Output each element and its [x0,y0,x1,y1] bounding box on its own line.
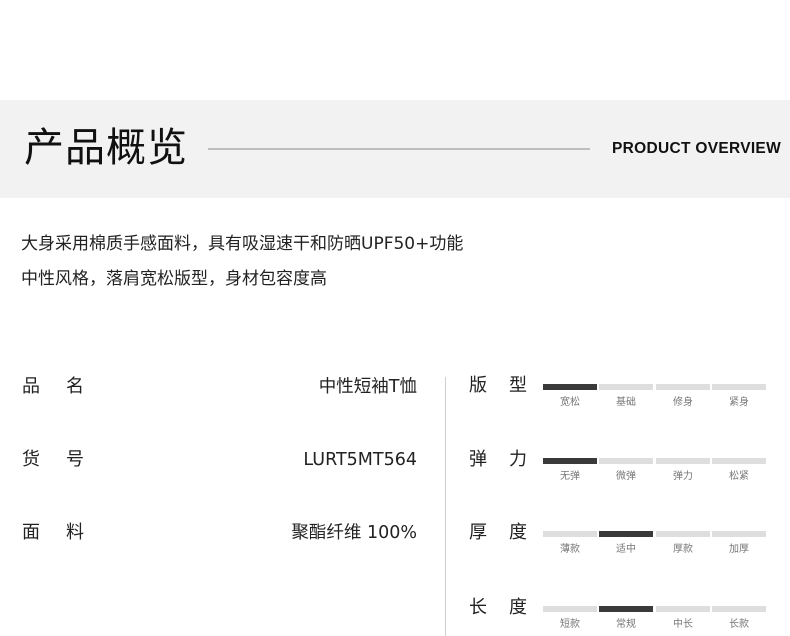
scale-option-length-3: 中长 [673,619,693,630]
scale-option-thickness-2: 适中 [616,544,636,555]
scale-option-length-4: 长款 [729,619,749,630]
scale-segment-length-1 [543,606,597,612]
spec-label-name: 品名 [22,376,110,397]
scale-segment-thickness-2 [599,531,653,537]
scale-segment-stretch-2 [599,458,653,464]
scale-segment-thickness-1 [543,531,597,537]
spec-value-fabric: 聚酯纤维 100% [291,523,417,543]
scale-option-thickness-3: 厚款 [673,544,693,555]
scale-option-fit-4: 紧身 [729,397,749,408]
page-subtitle: PRODUCT OVERVIEW [612,140,782,157]
attr-label-thickness: 厚度 [469,522,549,543]
attr-label-fit: 版型 [469,375,549,396]
spec-value-sku: LURT5MT564 [303,450,417,470]
spec-label-fabric: 面料 [22,522,110,543]
scale-segment-length-3 [656,606,710,612]
scale-segment-fit-4 [712,384,766,390]
banner-divider-line [208,148,590,150]
scale-option-stretch-1: 无弹 [560,471,580,482]
spec-value-name: 中性短袖T恤 [318,377,417,397]
attr-label-stretch: 弹力 [469,449,549,470]
scale-segment-thickness-3 [656,531,710,537]
scale-segment-fit-1 [543,384,597,390]
scale-segment-fit-2 [599,384,653,390]
scale-option-stretch-2: 微弹 [616,471,636,482]
scale-option-length-2: 常规 [616,619,636,630]
description-line-1: 大身采用棉质手感面料，具有吸湿速干和防晒UPF50+功能 [21,234,464,254]
scale-segment-fit-3 [656,384,710,390]
scale-segment-thickness-4 [712,531,766,537]
column-divider [445,377,446,636]
scale-option-thickness-1: 薄款 [560,544,580,555]
scale-option-stretch-4: 松紧 [729,471,749,482]
attr-label-length: 长度 [469,597,549,618]
page-title: 产品概览 [24,125,188,171]
spec-label-sku: 货号 [22,449,110,470]
scale-segment-length-2 [599,606,653,612]
scale-option-fit-3: 修身 [673,397,693,408]
scale-option-length-1: 短款 [560,619,580,630]
scale-option-thickness-4: 加厚 [729,544,749,555]
scale-segment-length-4 [712,606,766,612]
scale-option-stretch-3: 弹力 [673,471,693,482]
scale-option-fit-2: 基础 [616,397,636,408]
scale-segment-stretch-3 [656,458,710,464]
scale-segment-stretch-4 [712,458,766,464]
description-line-2: 中性风格，落肩宽松版型，身材包容度高 [21,269,327,289]
overview-banner: 产品概览 PRODUCT OVERVIEW [0,100,790,198]
scale-option-fit-1: 宽松 [560,397,580,408]
scale-segment-stretch-1 [543,458,597,464]
